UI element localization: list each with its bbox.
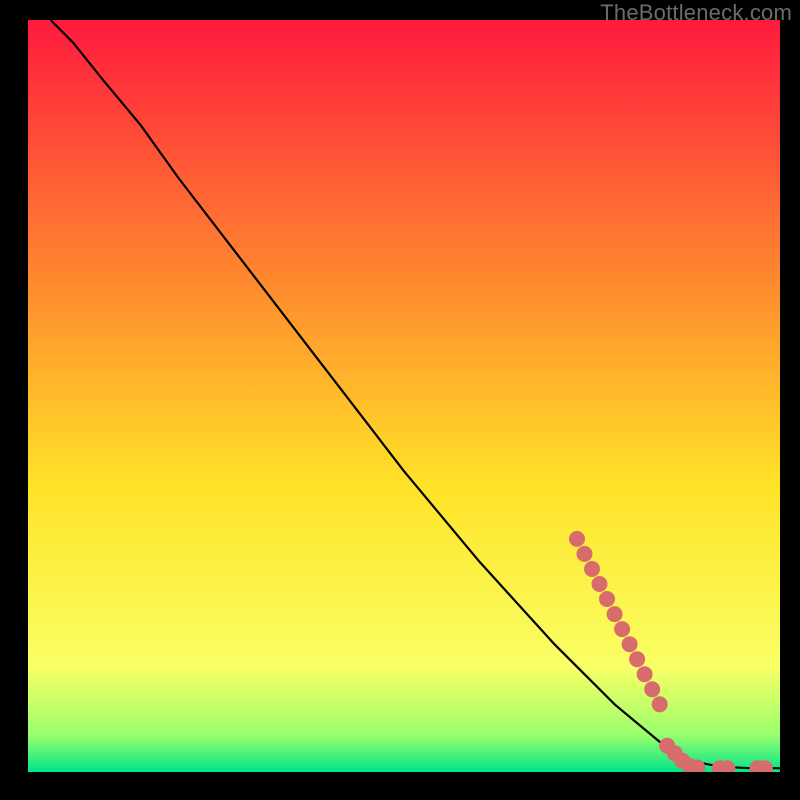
chart-plot — [28, 20, 780, 772]
gradient-background — [28, 20, 780, 772]
data-marker — [584, 561, 600, 577]
data-marker — [592, 576, 608, 592]
data-marker — [614, 621, 630, 637]
data-marker — [607, 606, 623, 622]
data-marker — [622, 636, 638, 652]
data-marker — [599, 591, 615, 607]
data-marker — [652, 696, 668, 712]
data-marker — [644, 681, 660, 697]
data-marker — [637, 666, 653, 682]
data-marker — [569, 531, 585, 547]
chart-frame — [28, 20, 780, 772]
data-marker — [577, 546, 593, 562]
data-marker — [629, 651, 645, 667]
